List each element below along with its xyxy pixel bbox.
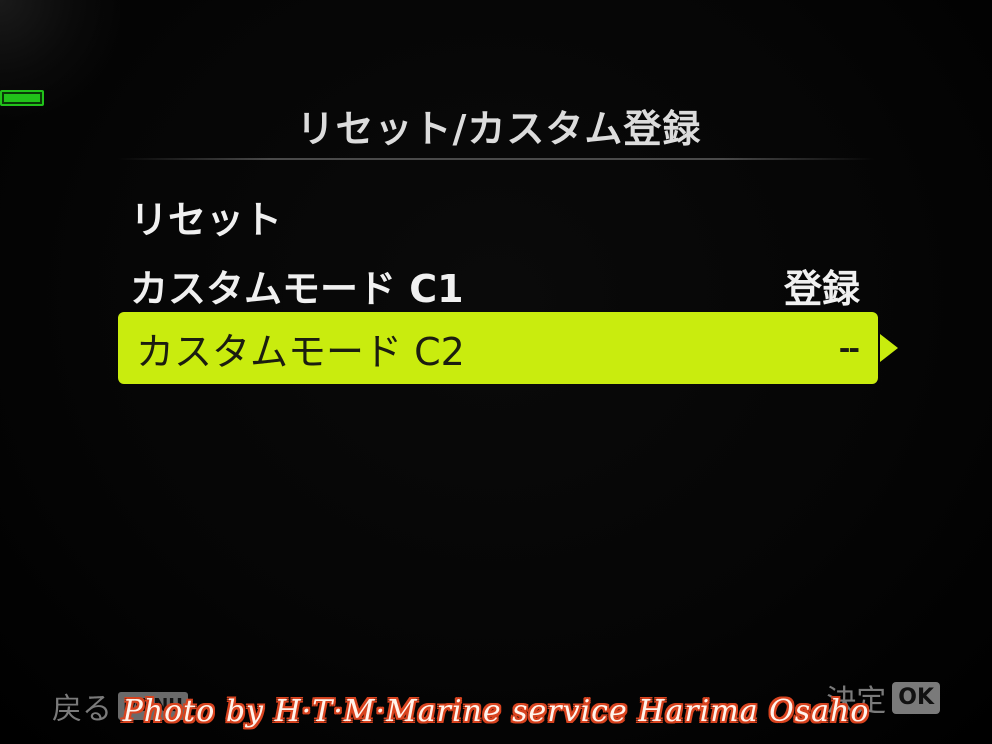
photo-credit-watermark: Photo by H·T·M·Marine service Harima Osa… — [122, 694, 870, 729]
menu-item-label: リセット — [130, 197, 283, 242]
menu-item-custom-c1[interactable]: カスタムモード C1 登録 — [122, 253, 874, 317]
menu-item-custom-c2-selected[interactable]: カスタムモード C2 -- — [118, 312, 878, 384]
title-divider — [118, 158, 874, 160]
menu-item-reset[interactable]: リセット — [122, 184, 874, 248]
menu-item-label: カスタムモード C1 — [130, 266, 464, 311]
menu-item-label: カスタムモード C2 — [136, 329, 465, 374]
page-title: リセット/カスタム登録 — [296, 107, 702, 151]
chevron-right-icon[interactable] — [880, 334, 898, 362]
menu-item-value: -- — [838, 331, 860, 365]
camera-menu-screen: リセット/カスタム登録 リセット カスタムモード C1 登録 カスタムモード C… — [0, 0, 992, 744]
menu-item-value: 登録 — [783, 266, 860, 311]
